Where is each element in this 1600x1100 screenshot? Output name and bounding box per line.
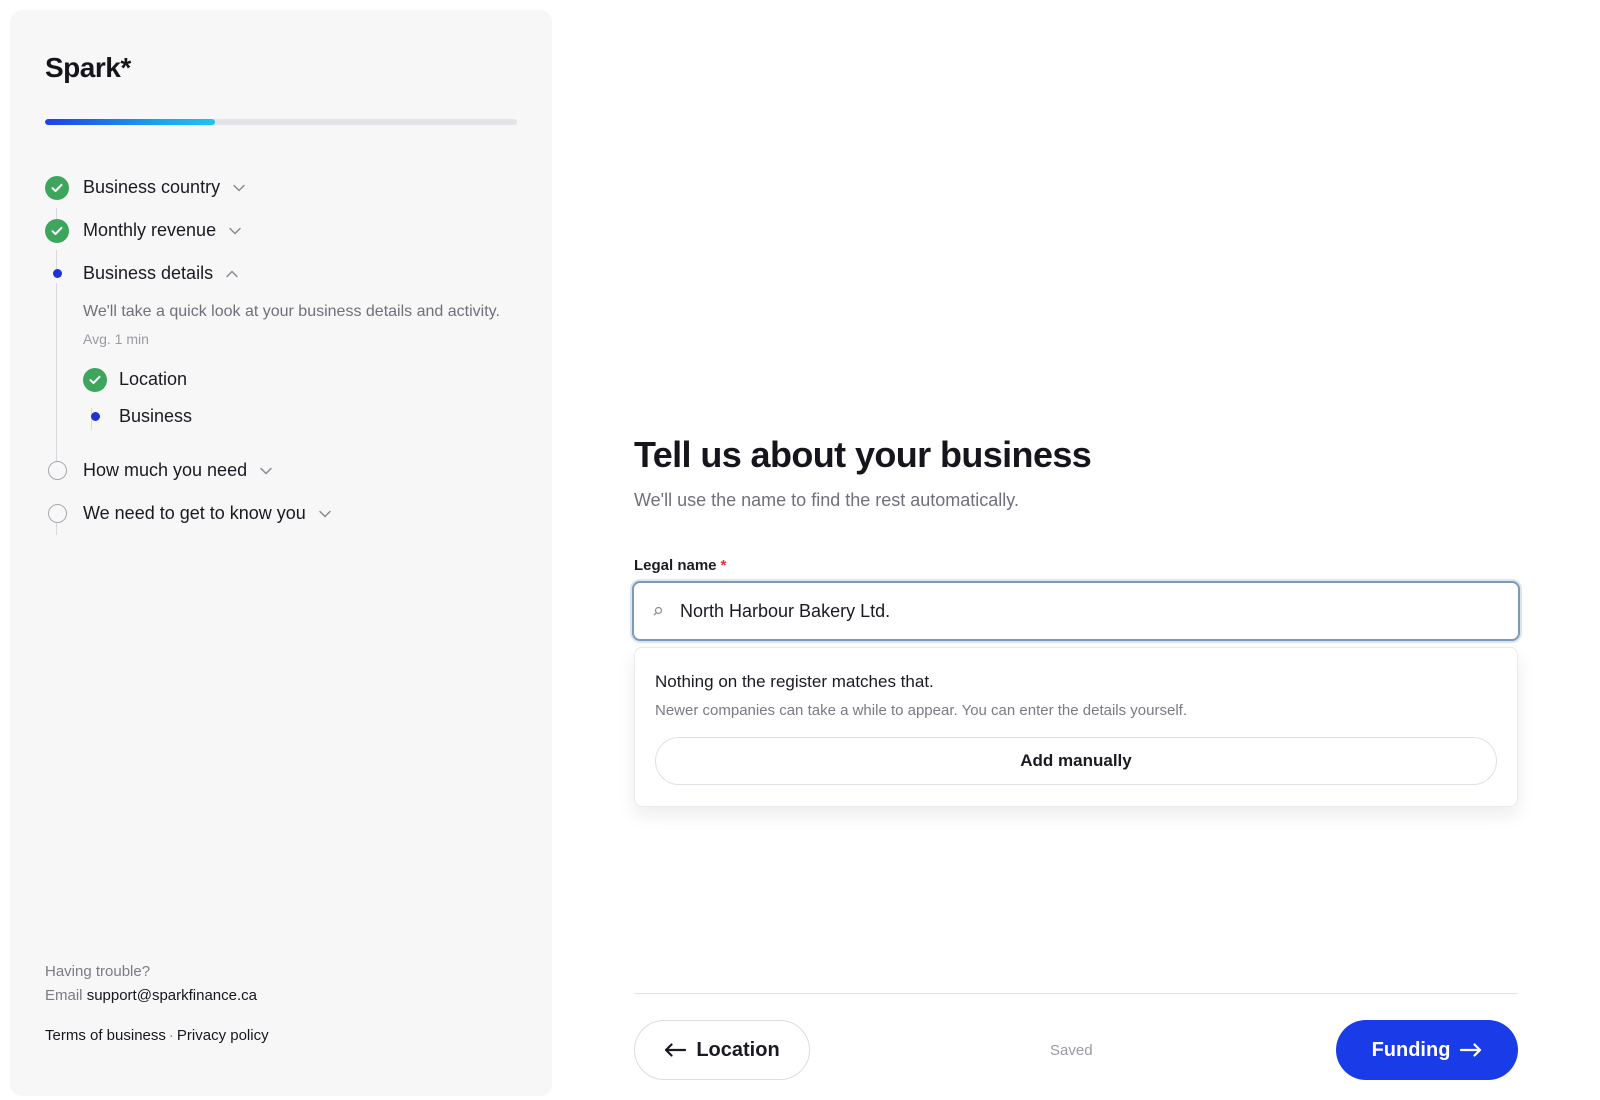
next-button-label: Funding [1371,1038,1451,1061]
substep-label: Location [119,369,188,389]
main-content: Tell us about your business We'll use th… [632,0,1520,1100]
search-icon [652,605,664,617]
add-manually-button[interactable]: Add manually [655,737,1497,785]
field-label-text: Legal name [634,557,717,574]
no-results-title: Nothing on the register matches that. [655,672,934,691]
step-label: Business details [83,263,214,283]
chevron-down-icon[interactable] [232,181,246,195]
chevron-up-icon[interactable] [225,267,239,281]
step-business-country[interactable]: Business country [45,166,525,209]
legal-name-input[interactable] [680,600,1460,622]
step-monthly-revenue[interactable]: Monthly revenue [45,209,525,252]
help-email-prefix: Email [45,987,83,1004]
step-description: We'll take a quick look at your business… [83,303,500,320]
current-step-dot-icon [45,262,69,286]
progress-bar-fill [45,119,215,125]
step-label: Monthly revenue [83,220,217,240]
no-results-description: Newer companies can take a while to appe… [655,702,1187,719]
page-subtitle: We'll use the name to find the rest auto… [634,490,1019,510]
legal-name-label: Legal name * [634,557,726,574]
step-how-much-you-need[interactable]: How much you need [45,449,525,492]
privacy-link[interactable]: Privacy policy [177,1027,269,1044]
step-get-to-know-you[interactable]: We need to get to know you [45,492,525,535]
substep-label: Business [119,406,193,426]
empty-circle-icon [45,502,69,526]
back-button[interactable]: Location [634,1020,810,1080]
step-label: Business country [83,177,221,197]
empty-circle-icon [45,459,69,483]
step-time-estimate: Avg. 1 min [83,331,149,347]
help-question: Having trouble? [45,963,151,980]
sidebar: Spark* Business country Monthly revenue … [10,10,552,1096]
arrow-left-icon [664,1043,687,1057]
substep-list: Location Business [83,361,525,435]
page-title: Tell us about your business [634,434,1092,475]
arrow-right-icon [1460,1043,1482,1057]
help-section: Having trouble? Email support@sparkfinan… [45,960,257,1008]
terms-link[interactable]: Terms of business [45,1027,166,1044]
help-email-line: Email support@sparkfinance.ca [45,984,257,1008]
next-button[interactable]: Funding [1336,1020,1518,1080]
legal-name-field[interactable] [632,581,1520,641]
substep-business[interactable]: Business [83,398,525,435]
legal-separator: · [168,1027,174,1044]
step-list: Business country Monthly revenue Busines… [45,166,525,535]
back-button-label: Location [696,1038,780,1061]
chevron-down-icon[interactable] [228,224,242,238]
current-step-dot-icon [83,405,107,429]
legal-links: Terms of business · Privacy policy [45,1027,269,1044]
step-business-details[interactable]: Business details [45,252,525,295]
check-icon [45,218,69,243]
required-marker: * [720,557,727,574]
search-results-dropdown: Nothing on the register matches that. Ne… [634,647,1518,807]
check-icon [83,367,107,392]
step-label: How much you need [83,460,248,480]
step-label: We need to get to know you [83,503,306,523]
chevron-down-icon[interactable] [318,507,332,521]
support-email-link[interactable]: support@sparkfinance.ca [87,987,257,1004]
substep-location[interactable]: Location [83,361,525,398]
check-icon [45,175,69,200]
chevron-down-icon[interactable] [259,464,273,478]
progress-bar [45,119,517,125]
brand-logo: Spark* [45,52,131,83]
save-status: Saved [1050,1042,1093,1059]
footer-divider [634,993,1518,994]
